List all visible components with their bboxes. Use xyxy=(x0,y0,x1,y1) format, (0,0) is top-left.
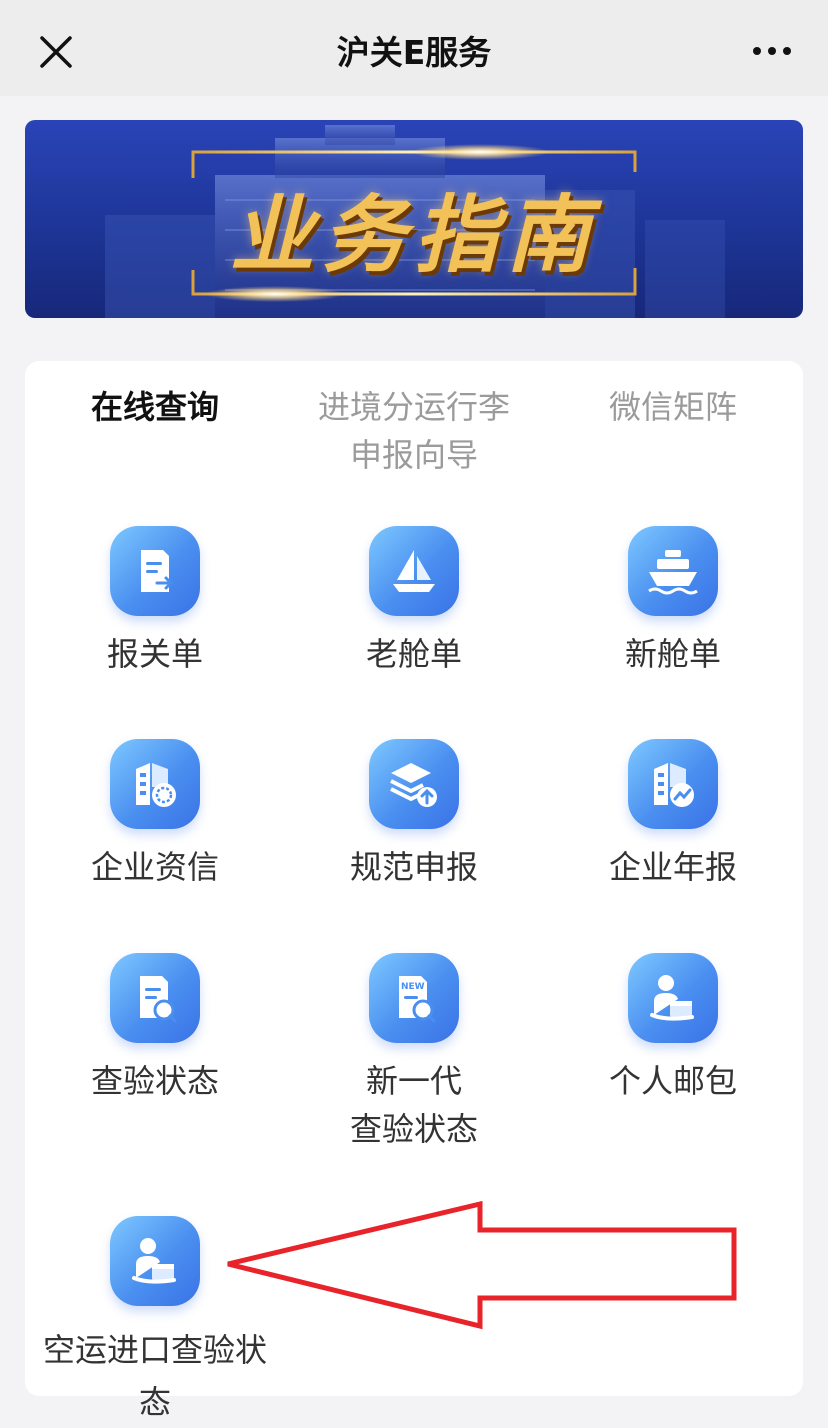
document-search-icon xyxy=(110,953,200,1043)
tab-online-query[interactable]: 在线查询 xyxy=(25,383,285,431)
tile-label: 空运进口查验状 态 xyxy=(25,1324,285,1428)
tile-label: 新舱单 xyxy=(624,635,721,673)
tile-inspection-status[interactable]: 查验状态 xyxy=(25,953,285,1113)
more-icon xyxy=(753,47,761,55)
tab-label-line1: 进境分运行李 xyxy=(317,388,510,426)
person-parcel-icon xyxy=(628,953,718,1043)
tile-enterprise-annual-report[interactable]: 企业年报 xyxy=(543,739,803,899)
tile-enterprise-credit[interactable]: 企业资信 xyxy=(25,739,285,899)
tile-customs-declaration[interactable]: 报关单 xyxy=(25,526,285,686)
layers-upload-icon xyxy=(369,739,459,829)
building-report-icon xyxy=(628,739,718,829)
ship-icon xyxy=(628,526,718,616)
banner-title: 业务指南 xyxy=(229,185,598,284)
tile-label-line2: 查验状态 xyxy=(349,1110,478,1148)
document-icon xyxy=(110,526,200,616)
tile-label: 老舱单 xyxy=(365,635,462,673)
tab-label-line2: 申报向导 xyxy=(349,436,478,474)
more-button[interactable] xyxy=(742,26,802,76)
tile-label: 新一代 查验状态 xyxy=(284,1057,544,1153)
tile-label-line2: 态 xyxy=(138,1383,171,1421)
tile-label-line1: 新一代 xyxy=(365,1062,462,1100)
tab-label: 在线查询 xyxy=(90,388,219,426)
tile-label: 查验状态 xyxy=(90,1062,219,1100)
tab-label: 微信矩阵 xyxy=(608,388,737,426)
tile-old-manifest[interactable]: 老舱单 xyxy=(284,526,544,686)
tab-wechat-matrix[interactable]: 微信矩阵 xyxy=(543,383,803,431)
tile-label: 个人邮包 xyxy=(608,1062,737,1100)
sailboat-icon xyxy=(369,526,459,616)
tile-label: 企业资信 xyxy=(90,848,219,886)
tile-new-manifest[interactable]: 新舱单 xyxy=(543,526,803,686)
annotation-arrow-icon xyxy=(227,1200,737,1330)
page-title: 沪关E服务 xyxy=(336,33,492,72)
tile-personal-parcel[interactable]: 个人邮包 xyxy=(543,953,803,1113)
tile-new-generation-inspection-status[interactable]: NEW 新一代 查验状态 xyxy=(284,953,544,1163)
tile-label: 企业年报 xyxy=(608,848,737,886)
tab-baggage-declaration-guide[interactable]: 进境分运行李 申报向导 xyxy=(284,383,544,479)
person-parcel-icon xyxy=(110,1216,200,1306)
building-credit-icon xyxy=(110,739,200,829)
top-nav-bar: 沪关E服务 xyxy=(0,0,828,96)
tile-label: 规范申报 xyxy=(349,848,478,886)
tile-standard-declaration[interactable]: 规范申报 xyxy=(284,739,544,899)
svg-text:NEW: NEW xyxy=(401,982,425,992)
new-document-search-icon: NEW xyxy=(369,953,459,1043)
tile-label: 报关单 xyxy=(106,635,203,673)
